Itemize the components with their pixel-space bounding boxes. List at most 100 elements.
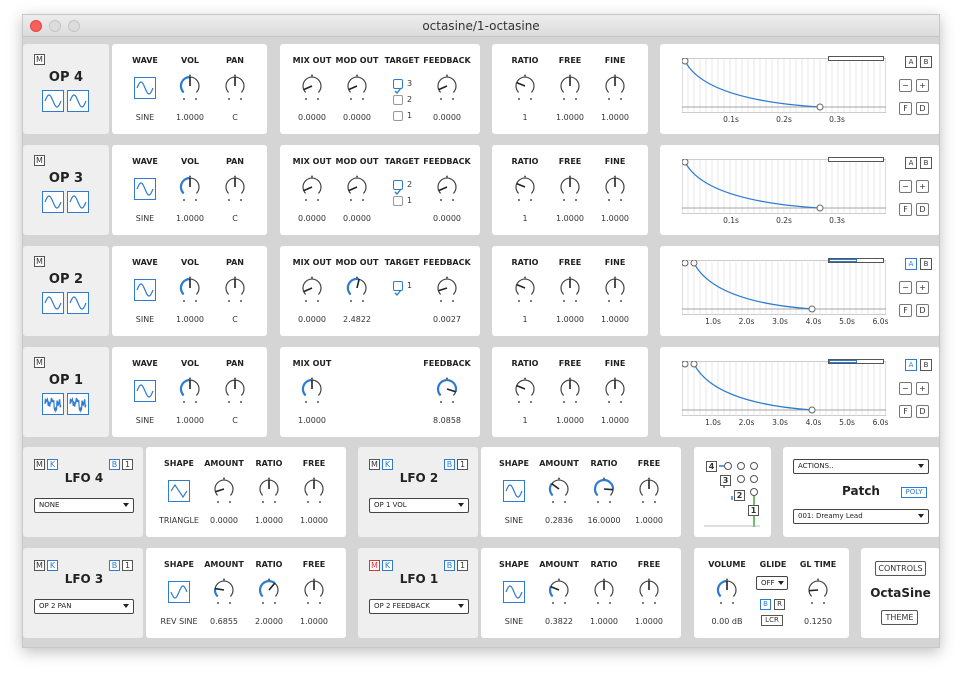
lfo-bpm-sync-button[interactable]: B bbox=[109, 459, 120, 470]
envelope-viewport-bar[interactable] bbox=[828, 56, 884, 61]
vol-knob[interactable] bbox=[178, 276, 202, 304]
zoom-in-button[interactable]: + bbox=[916, 382, 929, 395]
op-mute-button[interactable]: M bbox=[34, 357, 45, 368]
envelope-group-b-button[interactable]: B bbox=[920, 258, 932, 270]
operator-box[interactable]: 4 bbox=[706, 461, 717, 472]
lfo-mute-button[interactable]: M bbox=[369, 459, 380, 470]
lfo-key-sync-button[interactable]: K bbox=[382, 560, 393, 571]
envelope-viewport-bar[interactable] bbox=[828, 258, 884, 263]
controls-button[interactable]: CONTROLS bbox=[875, 561, 926, 576]
volume-knob[interactable] bbox=[715, 578, 739, 606]
waveform-sine-icon[interactable] bbox=[67, 393, 89, 415]
free-knob[interactable] bbox=[637, 477, 661, 505]
envelope-group-b-button[interactable]: B bbox=[920, 56, 932, 68]
lfo-mute-button[interactable]: M bbox=[34, 560, 45, 571]
mix-out-knob[interactable] bbox=[300, 276, 324, 304]
free-knob[interactable] bbox=[302, 578, 326, 606]
lfo-shape-icon[interactable] bbox=[168, 581, 190, 603]
pan-knob[interactable] bbox=[223, 276, 247, 304]
lfo-target-select[interactable]: OP 1 VOL bbox=[369, 498, 469, 513]
zoom-in-button[interactable]: + bbox=[916, 281, 929, 294]
waveform-sine-icon[interactable] bbox=[67, 90, 89, 112]
lfo-bpm-sync-button[interactable]: B bbox=[444, 560, 455, 571]
envelope-editor[interactable] bbox=[681, 57, 887, 114]
vol-knob[interactable] bbox=[178, 377, 202, 405]
feedback-knob[interactable] bbox=[435, 175, 459, 203]
ratio-knob[interactable] bbox=[592, 578, 616, 606]
distribute-button[interactable]: D bbox=[916, 405, 929, 418]
free-knob[interactable] bbox=[558, 377, 582, 405]
glide-select[interactable]: OFF bbox=[756, 576, 788, 590]
distribute-button[interactable]: D bbox=[916, 102, 929, 115]
amount-knob[interactable] bbox=[212, 477, 236, 505]
lfo-oneshot-button[interactable]: 1 bbox=[122, 459, 133, 470]
feedback-knob[interactable] bbox=[435, 377, 459, 405]
wave-shape-icon[interactable] bbox=[134, 178, 156, 200]
envelope-viewport-bar[interactable] bbox=[828, 157, 884, 162]
wave-shape-icon[interactable] bbox=[134, 279, 156, 301]
lfo-target-select[interactable]: NONE bbox=[34, 498, 134, 513]
pan-knob[interactable] bbox=[223, 74, 247, 102]
mod-out-knob[interactable] bbox=[345, 276, 369, 304]
distribute-button[interactable]: D bbox=[916, 304, 929, 317]
mix-out-knob[interactable] bbox=[300, 74, 324, 102]
target-checkbox[interactable] bbox=[393, 196, 403, 206]
target-checkbox[interactable] bbox=[393, 281, 403, 297]
envelope-group-b-button[interactable]: B bbox=[920, 359, 932, 371]
lfo-bpm-sync-button[interactable]: B bbox=[109, 560, 120, 571]
wave-shape-icon[interactable] bbox=[134, 77, 156, 99]
envelope-viewport-bar[interactable] bbox=[828, 359, 884, 364]
glide-bpm-button[interactable]: B bbox=[760, 599, 771, 610]
lfo-shape-icon[interactable] bbox=[168, 480, 190, 502]
operator-box[interactable]: 1 bbox=[748, 505, 759, 516]
preset-select[interactable]: 001: Dreamy Lead bbox=[793, 509, 929, 524]
zoom-out-button[interactable]: − bbox=[899, 281, 912, 294]
ratio-knob[interactable] bbox=[513, 276, 537, 304]
waveform-sine-icon[interactable] bbox=[42, 393, 64, 415]
ratio-knob[interactable] bbox=[513, 175, 537, 203]
fit-button[interactable]: F bbox=[899, 203, 912, 216]
waveform-sine-icon[interactable] bbox=[67, 292, 89, 314]
vol-knob[interactable] bbox=[178, 74, 202, 102]
envelope-editor[interactable] bbox=[681, 360, 887, 417]
op-mute-button[interactable]: M bbox=[34, 155, 45, 166]
feedback-knob[interactable] bbox=[435, 276, 459, 304]
fine-knob[interactable] bbox=[603, 175, 627, 203]
fine-knob[interactable] bbox=[603, 74, 627, 102]
waveform-sine-icon[interactable] bbox=[42, 90, 64, 112]
amount-knob[interactable] bbox=[547, 477, 571, 505]
ratio-knob[interactable] bbox=[257, 477, 281, 505]
lfo-mute-button[interactable]: M bbox=[369, 560, 380, 571]
actions-select[interactable]: ACTIONS.. bbox=[793, 459, 929, 474]
zoom-out-button[interactable]: − bbox=[899, 382, 912, 395]
lfo-shape-icon[interactable] bbox=[503, 480, 525, 502]
zoom-in-button[interactable]: + bbox=[916, 79, 929, 92]
envelope-group-a-button[interactable]: A bbox=[905, 359, 917, 371]
fit-button[interactable]: F bbox=[899, 102, 912, 115]
pan-knob[interactable] bbox=[223, 175, 247, 203]
lfo-target-select[interactable]: OP 2 PAN bbox=[34, 599, 134, 614]
lfo-key-sync-button[interactable]: K bbox=[47, 560, 58, 571]
lfo-key-sync-button[interactable]: K bbox=[47, 459, 58, 470]
free-knob[interactable] bbox=[302, 477, 326, 505]
fine-knob[interactable] bbox=[603, 377, 627, 405]
feedback-knob[interactable] bbox=[435, 74, 459, 102]
lfo-oneshot-button[interactable]: 1 bbox=[122, 560, 133, 571]
modulation-matrix[interactable]: 4321 bbox=[694, 447, 771, 537]
viewport-handle[interactable] bbox=[829, 360, 857, 363]
vol-knob[interactable] bbox=[178, 175, 202, 203]
envelope-group-b-button[interactable]: B bbox=[920, 157, 932, 169]
lfo-shape-icon[interactable] bbox=[503, 581, 525, 603]
ratio-knob[interactable] bbox=[513, 377, 537, 405]
ratio-knob[interactable] bbox=[513, 74, 537, 102]
pan-knob[interactable] bbox=[223, 377, 247, 405]
fine-knob[interactable] bbox=[603, 276, 627, 304]
mix-out-knob[interactable] bbox=[300, 377, 324, 405]
envelope-group-a-button[interactable]: A bbox=[905, 157, 917, 169]
target-checkbox[interactable] bbox=[393, 79, 403, 95]
lfo-key-sync-button[interactable]: K bbox=[382, 459, 393, 470]
ratio-knob[interactable] bbox=[257, 578, 281, 606]
lfo-target-select[interactable]: OP 2 FEEDBACK bbox=[369, 599, 469, 614]
waveform-sine-icon[interactable] bbox=[42, 191, 64, 213]
poly-button[interactable]: POLY bbox=[901, 487, 927, 498]
